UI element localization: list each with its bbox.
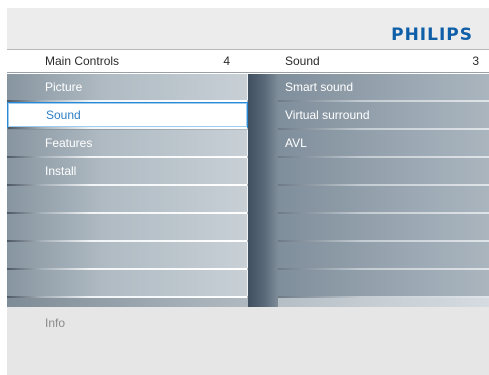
top-bar: PHILIPS — [7, 8, 489, 50]
menu-item-empty — [7, 214, 248, 242]
main-menu-title: Main Controls — [45, 54, 120, 68]
menu-item-empty — [7, 186, 248, 214]
menu-item-picture[interactable]: Picture — [7, 74, 248, 102]
tv-menu-screen: PHILIPS Main Controls 4 Sound 3 Picture … — [0, 0, 489, 375]
philips-logo: PHILIPS — [391, 25, 473, 45]
main-menu-count: 4 — [223, 54, 230, 68]
submenu-item-empty — [278, 270, 489, 298]
menu-item-install[interactable]: Install — [7, 158, 248, 186]
sub-menu-list: Smart sound Virtual surround AVL — [278, 74, 489, 298]
menu-item-features[interactable]: Features — [7, 130, 248, 158]
menu-column-divider — [248, 74, 278, 307]
submenu-item-empty — [278, 186, 489, 214]
submenu-item-virtual-surround[interactable]: Virtual surround — [278, 102, 489, 130]
header-divider — [7, 72, 489, 73]
submenu-item-empty — [278, 214, 489, 242]
main-menu-list: Picture Sound Features Install — [7, 74, 248, 298]
sub-menu-header: Sound 3 — [277, 51, 489, 71]
menu-panel: Picture Sound Features Install Smart sou… — [7, 74, 489, 307]
menu-item-empty — [7, 242, 248, 270]
submenu-item-avl[interactable]: AVL — [278, 130, 489, 158]
submenu-item-empty — [278, 242, 489, 270]
menu-item-sound[interactable]: Sound — [7, 102, 248, 129]
main-menu-header: Main Controls 4 — [7, 51, 248, 71]
submenu-item-empty — [278, 158, 489, 186]
sub-menu-count: 3 — [472, 54, 479, 68]
info-area: Info — [7, 307, 489, 375]
sub-menu-title: Sound — [285, 54, 320, 68]
menu-item-empty — [7, 270, 248, 298]
info-label: Info — [45, 316, 66, 330]
submenu-item-smart-sound[interactable]: Smart sound — [278, 74, 489, 102]
